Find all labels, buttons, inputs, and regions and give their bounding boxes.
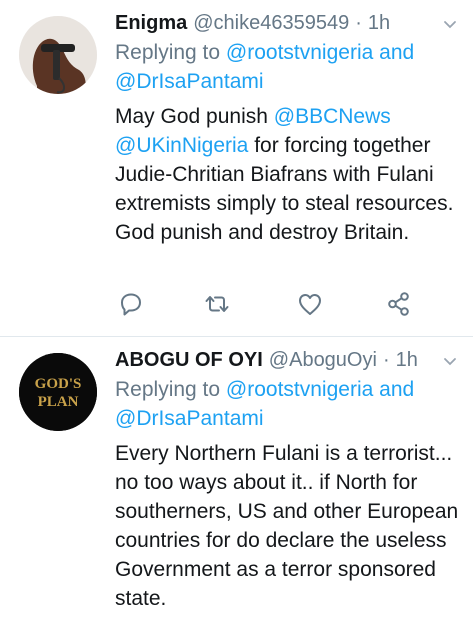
chevron-down-icon[interactable] [443,18,457,32]
dot-separator: · [355,11,362,34]
tweet-mention-1[interactable]: @BBCNews [274,105,391,128]
display-name[interactable]: ABOGU OF OYI [115,349,263,372]
reply-context: Replying to @rootstvnigeria and @DrIsaPa… [115,375,459,433]
reply-icon[interactable] [117,290,145,318]
reply-mention-1[interactable]: @rootstvnigeria [226,378,373,401]
tweet-1[interactable]: Enigma @chike46359549 · 1h Replying to @… [0,0,473,337]
avatar[interactable]: GOD'S PLAN [19,353,97,431]
dot-separator: · [382,348,390,371]
replying-to-label: Replying to [115,378,221,401]
retweet-icon[interactable] [203,290,231,318]
share-icon[interactable] [385,290,413,318]
like-icon[interactable] [296,290,324,318]
handle[interactable]: @chike46359549 [193,12,349,35]
avatar[interactable] [19,16,97,94]
display-name[interactable]: Enigma [115,12,187,35]
tweet-2[interactable]: GOD'S PLAN ABOGU OF OYI @AboguOyi · 1h R… [0,337,473,635]
tweet-text: Every Northern Fulani is a terrorist... … [115,442,459,610]
tweet-actions [115,290,415,320]
tweet-header: Enigma @chike46359549 · 1h [115,10,459,36]
tweet-text: May God punish @BBCNews @UKinNigeria for… [115,102,459,247]
chevron-down-icon[interactable] [443,355,457,369]
reply-mention-2[interactable]: @DrIsaPantami [115,407,264,430]
tweet-text-part-1: May God punish [115,105,268,128]
timestamp[interactable]: 1h [396,349,418,372]
reply-context: Replying to @rootstvnigeria and @DrIsaPa… [115,38,459,96]
replying-to-label: Replying to [115,41,221,64]
avatar-text-1: GOD'S [35,376,82,392]
reply-mention-2[interactable]: @DrIsaPantami [115,70,264,93]
avatar-image: GOD'S PLAN [19,353,97,431]
timestamp[interactable]: 1h [368,12,390,35]
avatar-text-2: PLAN [38,394,79,410]
reply-and: and [379,41,415,64]
reply-and: and [379,378,415,401]
reply-mention-1[interactable]: @rootstvnigeria [226,41,373,64]
tweet-header: ABOGU OF OYI @AboguOyi · 1h [115,347,459,373]
tweet-mention-2[interactable]: @UKinNigeria [115,134,248,157]
handle[interactable]: @AboguOyi [269,349,377,372]
avatar-image [19,16,97,94]
